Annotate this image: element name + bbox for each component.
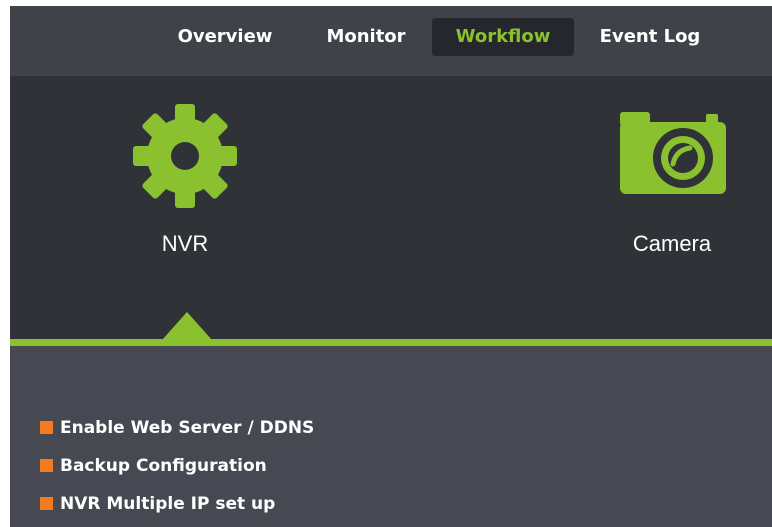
tab-event-log[interactable]: Event Log bbox=[590, 18, 710, 56]
link-nvr-multiple-ip[interactable]: NVR Multiple IP set up bbox=[40, 492, 275, 516]
link-enable-web-server[interactable]: Enable Web Server / DDNS bbox=[40, 416, 314, 440]
tab-workflow[interactable]: Workflow bbox=[432, 18, 574, 56]
link-label: Backup Configuration bbox=[60, 456, 267, 476]
top-nav: Overview Monitor Workflow Event Log bbox=[10, 6, 772, 76]
selected-pointer bbox=[162, 312, 212, 340]
camera-icon bbox=[620, 112, 726, 194]
accent-divider bbox=[10, 339, 772, 346]
link-label: Enable Web Server / DDNS bbox=[60, 418, 315, 438]
bullet-icon bbox=[40, 497, 53, 510]
tab-monitor[interactable]: Monitor bbox=[316, 18, 416, 56]
camera-label: Camera bbox=[632, 231, 712, 256]
bullet-icon bbox=[40, 421, 53, 434]
workflow-hero: NVR Camera bbox=[10, 76, 772, 339]
app-frame: Overview Monitor Workflow Event Log NVR … bbox=[10, 6, 772, 527]
nvr-button[interactable] bbox=[125, 96, 245, 220]
tab-overview[interactable]: Overview bbox=[170, 18, 280, 56]
camera-button[interactable] bbox=[610, 104, 736, 206]
link-backup-configuration[interactable]: Backup Configuration bbox=[40, 454, 267, 478]
gear-icon bbox=[133, 104, 237, 208]
link-label: NVR Multiple IP set up bbox=[60, 494, 276, 514]
nvr-links-panel: Enable Web Server / DDNS Backup Configur… bbox=[10, 346, 772, 527]
bullet-icon bbox=[40, 459, 53, 472]
nvr-label: NVR bbox=[161, 231, 209, 256]
